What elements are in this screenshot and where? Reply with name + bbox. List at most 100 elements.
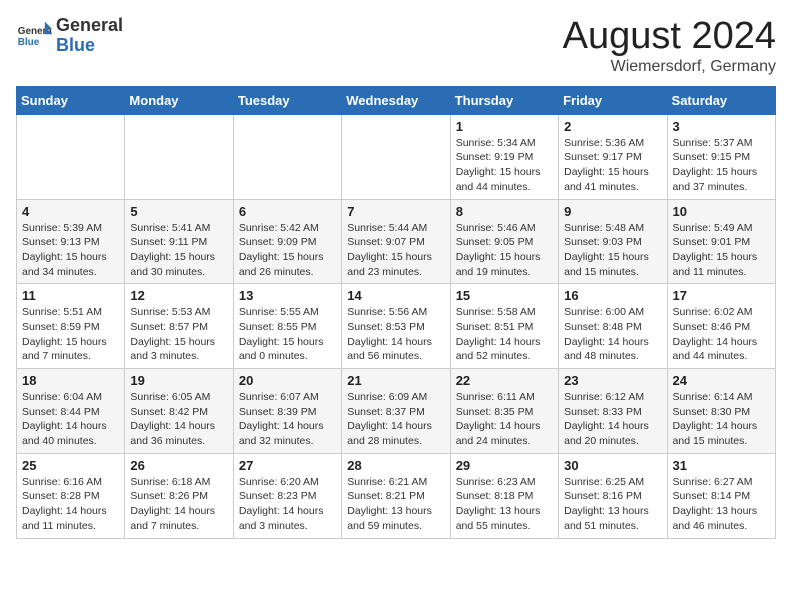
day-info: Sunrise: 5:51 AM Sunset: 8:59 PM Dayligh… xyxy=(22,305,119,364)
day-cell: 20 Sunrise: 6:07 AM Sunset: 8:39 PM Dayli… xyxy=(233,369,341,454)
day-info: Sunrise: 6:11 AM Sunset: 8:35 PM Dayligh… xyxy=(456,390,553,449)
day-info: Sunrise: 5:46 AM Sunset: 9:05 PM Dayligh… xyxy=(456,221,553,280)
day-info: Sunrise: 6:05 AM Sunset: 8:42 PM Dayligh… xyxy=(130,390,227,449)
day-number: 16 xyxy=(564,288,661,303)
day-number: 29 xyxy=(456,458,553,473)
day-cell: 5 Sunrise: 5:41 AM Sunset: 9:11 PM Daylig… xyxy=(125,199,233,284)
day-number: 2 xyxy=(564,119,661,134)
header-sunday: Sunday xyxy=(17,86,125,114)
day-info: Sunrise: 6:04 AM Sunset: 8:44 PM Dayligh… xyxy=(22,390,119,449)
day-cell: 8 Sunrise: 5:46 AM Sunset: 9:05 PM Daylig… xyxy=(450,199,558,284)
day-number: 25 xyxy=(22,458,119,473)
day-number: 20 xyxy=(239,373,336,388)
day-cell: 11 Sunrise: 5:51 AM Sunset: 8:59 PM Dayli… xyxy=(17,284,125,369)
day-number: 5 xyxy=(130,204,227,219)
location-title: Wiemersdorf, Germany xyxy=(563,58,776,76)
day-cell: 17 Sunrise: 6:02 AM Sunset: 8:46 PM Dayli… xyxy=(667,284,775,369)
day-cell: 30 Sunrise: 6:25 AM Sunset: 8:16 PM Dayli… xyxy=(559,453,667,538)
day-cell: 7 Sunrise: 5:44 AM Sunset: 9:07 PM Daylig… xyxy=(342,199,450,284)
header-thursday: Thursday xyxy=(450,86,558,114)
day-number: 21 xyxy=(347,373,444,388)
day-info: Sunrise: 5:53 AM Sunset: 8:57 PM Dayligh… xyxy=(130,305,227,364)
day-number: 26 xyxy=(130,458,227,473)
day-cell: 4 Sunrise: 5:39 AM Sunset: 9:13 PM Daylig… xyxy=(17,199,125,284)
svg-text:Blue: Blue xyxy=(18,37,40,48)
day-number: 22 xyxy=(456,373,553,388)
day-number: 4 xyxy=(22,204,119,219)
day-number: 31 xyxy=(673,458,770,473)
day-number: 18 xyxy=(22,373,119,388)
day-info: Sunrise: 5:49 AM Sunset: 9:01 PM Dayligh… xyxy=(673,221,770,280)
day-number: 7 xyxy=(347,204,444,219)
day-number: 3 xyxy=(673,119,770,134)
day-info: Sunrise: 6:02 AM Sunset: 8:46 PM Dayligh… xyxy=(673,305,770,364)
day-number: 13 xyxy=(239,288,336,303)
day-number: 1 xyxy=(456,119,553,134)
day-cell: 10Sunrise: 5:49 AM Sunset: 9:01 PM Dayli… xyxy=(667,199,775,284)
days-header-row: SundayMondayTuesdayWednesdayThursdayFrid… xyxy=(17,86,776,114)
day-number: 28 xyxy=(347,458,444,473)
month-title: August 2024 xyxy=(563,16,776,58)
day-cell xyxy=(17,114,125,199)
day-number: 24 xyxy=(673,373,770,388)
day-cell: 12Sunrise: 5:53 AM Sunset: 8:57 PM Dayli… xyxy=(125,284,233,369)
day-info: Sunrise: 6:25 AM Sunset: 8:16 PM Dayligh… xyxy=(564,475,661,534)
day-number: 8 xyxy=(456,204,553,219)
day-cell: 6 Sunrise: 5:42 AM Sunset: 9:09 PM Daylig… xyxy=(233,199,341,284)
logo: General Blue General Blue xyxy=(16,16,123,56)
day-cell: 21Sunrise: 6:09 AM Sunset: 8:37 PM Dayli… xyxy=(342,369,450,454)
day-cell: 29 Sunrise: 6:23 AM Sunset: 8:18 PM Dayli… xyxy=(450,453,558,538)
header-friday: Friday xyxy=(559,86,667,114)
day-number: 27 xyxy=(239,458,336,473)
day-cell: 16 Sunrise: 6:00 AM Sunset: 8:48 PM Dayli… xyxy=(559,284,667,369)
day-cell: 19 Sunrise: 6:05 AM Sunset: 8:42 PM Dayli… xyxy=(125,369,233,454)
day-info: Sunrise: 5:42 AM Sunset: 9:09 PM Dayligh… xyxy=(239,221,336,280)
day-info: Sunrise: 5:41 AM Sunset: 9:11 PM Dayligh… xyxy=(130,221,227,280)
day-info: Sunrise: 5:48 AM Sunset: 9:03 PM Dayligh… xyxy=(564,221,661,280)
day-cell: 2 Sunrise: 5:36 AM Sunset: 9:17 PM Daylig… xyxy=(559,114,667,199)
day-cell: 14Sunrise: 5:56 AM Sunset: 8:53 PM Dayli… xyxy=(342,284,450,369)
day-cell: 27Sunrise: 6:20 AM Sunset: 8:23 PM Dayli… xyxy=(233,453,341,538)
day-number: 6 xyxy=(239,204,336,219)
day-cell: 9Sunrise: 5:48 AM Sunset: 9:03 PM Daylig… xyxy=(559,199,667,284)
logo-icon: General Blue xyxy=(16,18,52,54)
day-number: 17 xyxy=(673,288,770,303)
week-row-2: 4 Sunrise: 5:39 AM Sunset: 9:13 PM Daylig… xyxy=(17,199,776,284)
day-cell xyxy=(342,114,450,199)
day-info: Sunrise: 6:16 AM Sunset: 8:28 PM Dayligh… xyxy=(22,475,119,534)
header-wednesday: Wednesday xyxy=(342,86,450,114)
day-cell: 25 Sunrise: 6:16 AM Sunset: 8:28 PM Dayli… xyxy=(17,453,125,538)
day-number: 30 xyxy=(564,458,661,473)
day-cell: 31 Sunrise: 6:27 AM Sunset: 8:14 PM Dayli… xyxy=(667,453,775,538)
day-number: 19 xyxy=(130,373,227,388)
day-cell: 23Sunrise: 6:12 AM Sunset: 8:33 PM Dayli… xyxy=(559,369,667,454)
logo-text: General Blue xyxy=(56,16,123,56)
day-info: Sunrise: 6:23 AM Sunset: 8:18 PM Dayligh… xyxy=(456,475,553,534)
day-info: Sunrise: 6:21 AM Sunset: 8:21 PM Dayligh… xyxy=(347,475,444,534)
day-info: Sunrise: 5:36 AM Sunset: 9:17 PM Dayligh… xyxy=(564,136,661,195)
day-info: Sunrise: 6:18 AM Sunset: 8:26 PM Dayligh… xyxy=(130,475,227,534)
day-info: Sunrise: 5:39 AM Sunset: 9:13 PM Dayligh… xyxy=(22,221,119,280)
day-cell: 3 Sunrise: 5:37 AM Sunset: 9:15 PM Daylig… xyxy=(667,114,775,199)
day-cell: 22 Sunrise: 6:11 AM Sunset: 8:35 PM Dayli… xyxy=(450,369,558,454)
day-number: 23 xyxy=(564,373,661,388)
day-info: Sunrise: 5:37 AM Sunset: 9:15 PM Dayligh… xyxy=(673,136,770,195)
day-cell xyxy=(125,114,233,199)
day-info: Sunrise: 6:00 AM Sunset: 8:48 PM Dayligh… xyxy=(564,305,661,364)
day-number: 15 xyxy=(456,288,553,303)
day-info: Sunrise: 5:44 AM Sunset: 9:07 PM Dayligh… xyxy=(347,221,444,280)
week-row-5: 25 Sunrise: 6:16 AM Sunset: 8:28 PM Dayli… xyxy=(17,453,776,538)
week-row-3: 11 Sunrise: 5:51 AM Sunset: 8:59 PM Dayli… xyxy=(17,284,776,369)
day-cell xyxy=(233,114,341,199)
day-info: Sunrise: 5:58 AM Sunset: 8:51 PM Dayligh… xyxy=(456,305,553,364)
day-number: 11 xyxy=(22,288,119,303)
day-info: Sunrise: 6:27 AM Sunset: 8:14 PM Dayligh… xyxy=(673,475,770,534)
day-cell: 13Sunrise: 5:55 AM Sunset: 8:55 PM Dayli… xyxy=(233,284,341,369)
day-cell: 18 Sunrise: 6:04 AM Sunset: 8:44 PM Dayli… xyxy=(17,369,125,454)
header-monday: Monday xyxy=(125,86,233,114)
week-row-1: 1Sunrise: 5:34 AM Sunset: 9:19 PM Daylig… xyxy=(17,114,776,199)
header-saturday: Saturday xyxy=(667,86,775,114)
day-info: Sunrise: 6:07 AM Sunset: 8:39 PM Dayligh… xyxy=(239,390,336,449)
header-tuesday: Tuesday xyxy=(233,86,341,114)
calendar-table: SundayMondayTuesdayWednesdayThursdayFrid… xyxy=(16,86,776,539)
